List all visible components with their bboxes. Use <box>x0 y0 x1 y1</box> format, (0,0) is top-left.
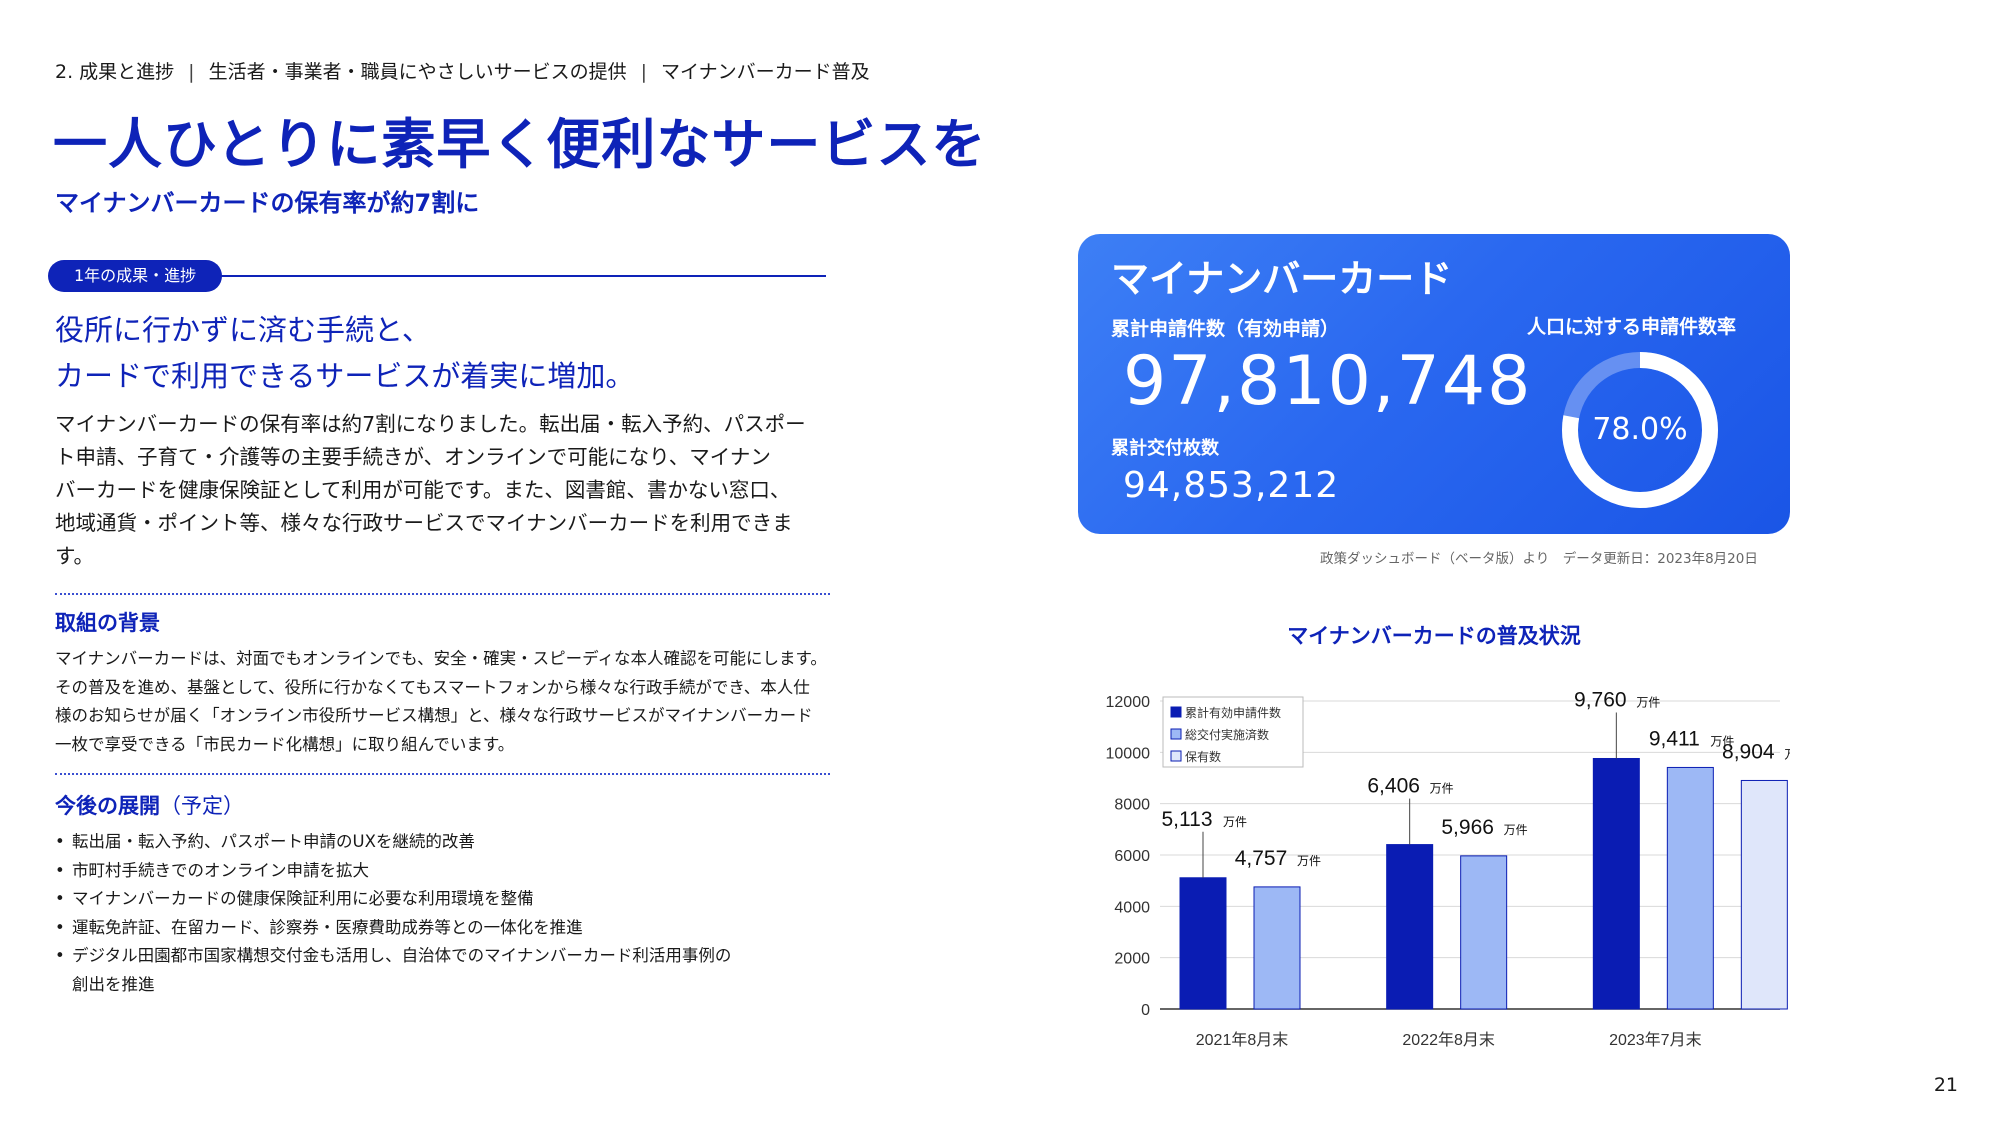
list-item-text: 創出を推進 <box>72 974 155 994</box>
data-label-unit: 万件 <box>1504 823 1528 837</box>
y-tick-label: 10000 <box>1106 745 1151 762</box>
section-divider <box>55 773 830 775</box>
bullet-icon: • <box>55 917 65 937</box>
issued-count-value: 94,853,212 <box>1123 465 1340 506</box>
data-label-unit: 万件 <box>1636 695 1660 709</box>
body-line: 地域通貨・ポイント等、様々な行政サービスでマイナンバーカードを利用できま <box>55 511 793 535</box>
breadcrumb-separator: | <box>640 61 647 83</box>
data-label: 5,113 <box>1162 808 1213 831</box>
list-item: • 運転免許証、在留カード、診察券・医療費助成券等との一体化を推進 <box>55 914 731 943</box>
data-label-unit: 万件 <box>1784 747 1790 761</box>
adoption-bar-chart: 0 2000 4000 6000 8000 10000 12000 2021年8月末 2022年… <box>1106 688 1791 1049</box>
lead-text: 役所に行かずに済む手続と、 カードで利用できるサービスが着実に増加。 <box>55 307 634 399</box>
progress-badge-row: 1年の成果・進捗 <box>48 260 826 292</box>
mynumber-stats-card: マイナンバーカード 累計申請件数（有効申請） 97,810,748 累計交付枚数… <box>1078 234 1790 534</box>
background-line: 様のお知らせが届く「オンライン市役所サービス構想」と、様々な行政サービスがマイナ… <box>55 706 813 725</box>
chart-title: マイナンバーカードの普及状況 <box>1287 624 1581 648</box>
page-title: 一人ひとりに素早く便利なサービスを <box>53 113 987 176</box>
data-label-unit: 万件 <box>1223 815 1247 829</box>
progress-badge: 1年の成果・進捗 <box>48 260 223 292</box>
bar <box>1666 766 1714 1010</box>
badge-divider-line <box>218 275 826 277</box>
bar <box>1740 779 1788 1010</box>
breadcrumb-item: マイナンバーカード普及 <box>661 61 870 83</box>
body-line: マイナンバーカードの保有率は約7割になりました。転出届・転入予約、パスポー <box>55 412 806 436</box>
list-item: • 市町村手続きでのオンライン申請を拡大 <box>55 857 731 886</box>
data-label: 9,411 <box>1649 727 1700 750</box>
legend-swatch <box>1170 750 1182 762</box>
bar <box>1253 886 1301 1010</box>
background-heading: 取組の背景 <box>55 611 160 635</box>
future-heading-note: （予定） <box>160 794 244 818</box>
bullet-icon: • <box>55 889 65 908</box>
data-label-unit: 万件 <box>1430 782 1454 796</box>
data-label-unit: 万件 <box>1297 854 1321 868</box>
card-title: マイナンバーカード <box>1111 257 1453 301</box>
legend-label: 総交付実施済数 <box>1185 727 1269 742</box>
background-paragraph: マイナンバーカードは、対面でもオンラインでも、安全・確実・スピーディな本人確認を… <box>55 645 855 759</box>
legend-swatch <box>1170 728 1182 740</box>
list-item-text: マイナンバーカードの健康保険証利用に必要な利用環境を整備 <box>72 889 534 908</box>
apply-count-label: 累計申請件数（有効申請） <box>1111 318 1340 340</box>
x-tick-label: 2021年8月末 <box>1196 1031 1289 1049</box>
bar <box>1386 844 1434 1010</box>
y-tick-label: 6000 <box>1114 848 1150 865</box>
background-line: 一枚で享受できる「市民カード化構想」に取り組んでいます。 <box>55 734 515 754</box>
list-item: • マイナンバーカードの健康保険証利用に必要な利用環境を整備 <box>55 885 731 914</box>
body-paragraph: マイナンバーカードの保有率は約7割になりました。転出届・転入予約、パスポー ト申… <box>55 408 835 573</box>
bar <box>1179 877 1227 1010</box>
section-divider <box>55 593 830 595</box>
list-item-text: 転出届・転入予約、パスポート申請のUXを継続的改善 <box>72 832 475 851</box>
list-item-text: 運転免許証、在留カード、診察券・医療費助成券等との一体化を推進 <box>72 917 583 937</box>
body-line: す。 <box>55 544 94 568</box>
issued-count-label: 累計交付枚数 <box>1111 438 1219 459</box>
legend-label: 累計有効申請件数 <box>1185 705 1281 720</box>
background-line: マイナンバーカードは、対面でもオンラインでも、安全・確実・スピーディな本人確認を… <box>55 649 827 668</box>
bullet-icon: • <box>55 832 65 851</box>
future-heading-label: 今後の展開 <box>55 794 160 818</box>
lead-line: カードで利用できるサービスが着実に増加。 <box>55 359 635 393</box>
breadcrumb: 2. 成果と進捗 | 生活者・事業者・職員にやさしいサービスの提供 | マイナンバーカー… <box>55 57 870 84</box>
page-number: 21 <box>1933 1074 1958 1096</box>
data-label: 8,904 <box>1722 740 1775 763</box>
page-subtitle: マイナンバーカードの保有率が約7割に <box>55 189 480 217</box>
data-source-note: 政策ダッシュボード（ベータ版）より データ更新日：2023年8月20日 <box>1320 551 1758 567</box>
bar <box>1460 855 1508 1010</box>
body-line: バーカードを健康保険証として利用が可能です。また、図書館、書かない窓口、 <box>55 478 791 502</box>
data-label: 6,406 <box>1367 775 1420 798</box>
future-heading: 今後の展開（予定） <box>55 790 244 820</box>
future-list: • 転出届・転入予約、パスポート申請のUXを継続的改善 • 市町村手続きでのオンライ… <box>55 828 731 999</box>
data-label: 4,757 <box>1235 847 1288 870</box>
y-tick-label: 2000 <box>1114 951 1150 968</box>
data-label: 5,966 <box>1441 816 1494 839</box>
y-tick-label: 8000 <box>1114 797 1150 814</box>
legend-label: 保有数 <box>1185 749 1221 764</box>
list-item: • 転出届・転入予約、パスポート申請のUXを継続的改善 <box>55 828 731 857</box>
lead-line: 役所に行かずに済む手続と、 <box>55 313 431 347</box>
apply-rate-value: 78.0% <box>1592 412 1688 447</box>
breadcrumb-separator: | <box>188 61 195 83</box>
bullet-icon: • <box>55 860 65 880</box>
breadcrumb-item: 2. 成果と進捗 <box>55 61 175 83</box>
x-tick-label: 2023年7月末 <box>1609 1031 1702 1049</box>
legend-swatch <box>1170 706 1182 718</box>
apply-count-value: 97,810,748 <box>1123 342 1533 421</box>
body-line: ト申請、子育て・介護等の主要手続きが、オンラインで可能になり、マイナン <box>55 445 771 469</box>
list-item-text: 市町村手続きでのオンライン申請を拡大 <box>72 860 369 880</box>
data-label: 9,760 <box>1574 688 1627 711</box>
list-item-text: デジタル田園都市国家構想交付金も活用し、自治体でのマイナンバーカード利活用事例の <box>72 946 732 965</box>
x-tick-label: 2022年8月末 <box>1402 1031 1495 1049</box>
list-item-continuation: 創出を推進 <box>55 971 731 1000</box>
bar <box>1592 757 1640 1010</box>
bullet-icon: • <box>55 946 65 965</box>
breadcrumb-item: 生活者・事業者・職員にやさしいサービスの提供 <box>208 61 627 83</box>
y-tick-label: 4000 <box>1114 899 1150 916</box>
background-line: その普及を進め、基盤として、役所に行かなくてもスマートフォンから様々な行政手続が… <box>55 677 810 697</box>
list-item: • デジタル田園都市国家構想交付金も活用し、自治体でのマイナンバーカード利活用事例… <box>55 942 731 971</box>
apply-rate-label: 人口に対する申請件数率 <box>1527 316 1737 338</box>
y-tick-label: 0 <box>1141 1002 1150 1019</box>
y-tick-label: 12000 <box>1106 694 1151 711</box>
